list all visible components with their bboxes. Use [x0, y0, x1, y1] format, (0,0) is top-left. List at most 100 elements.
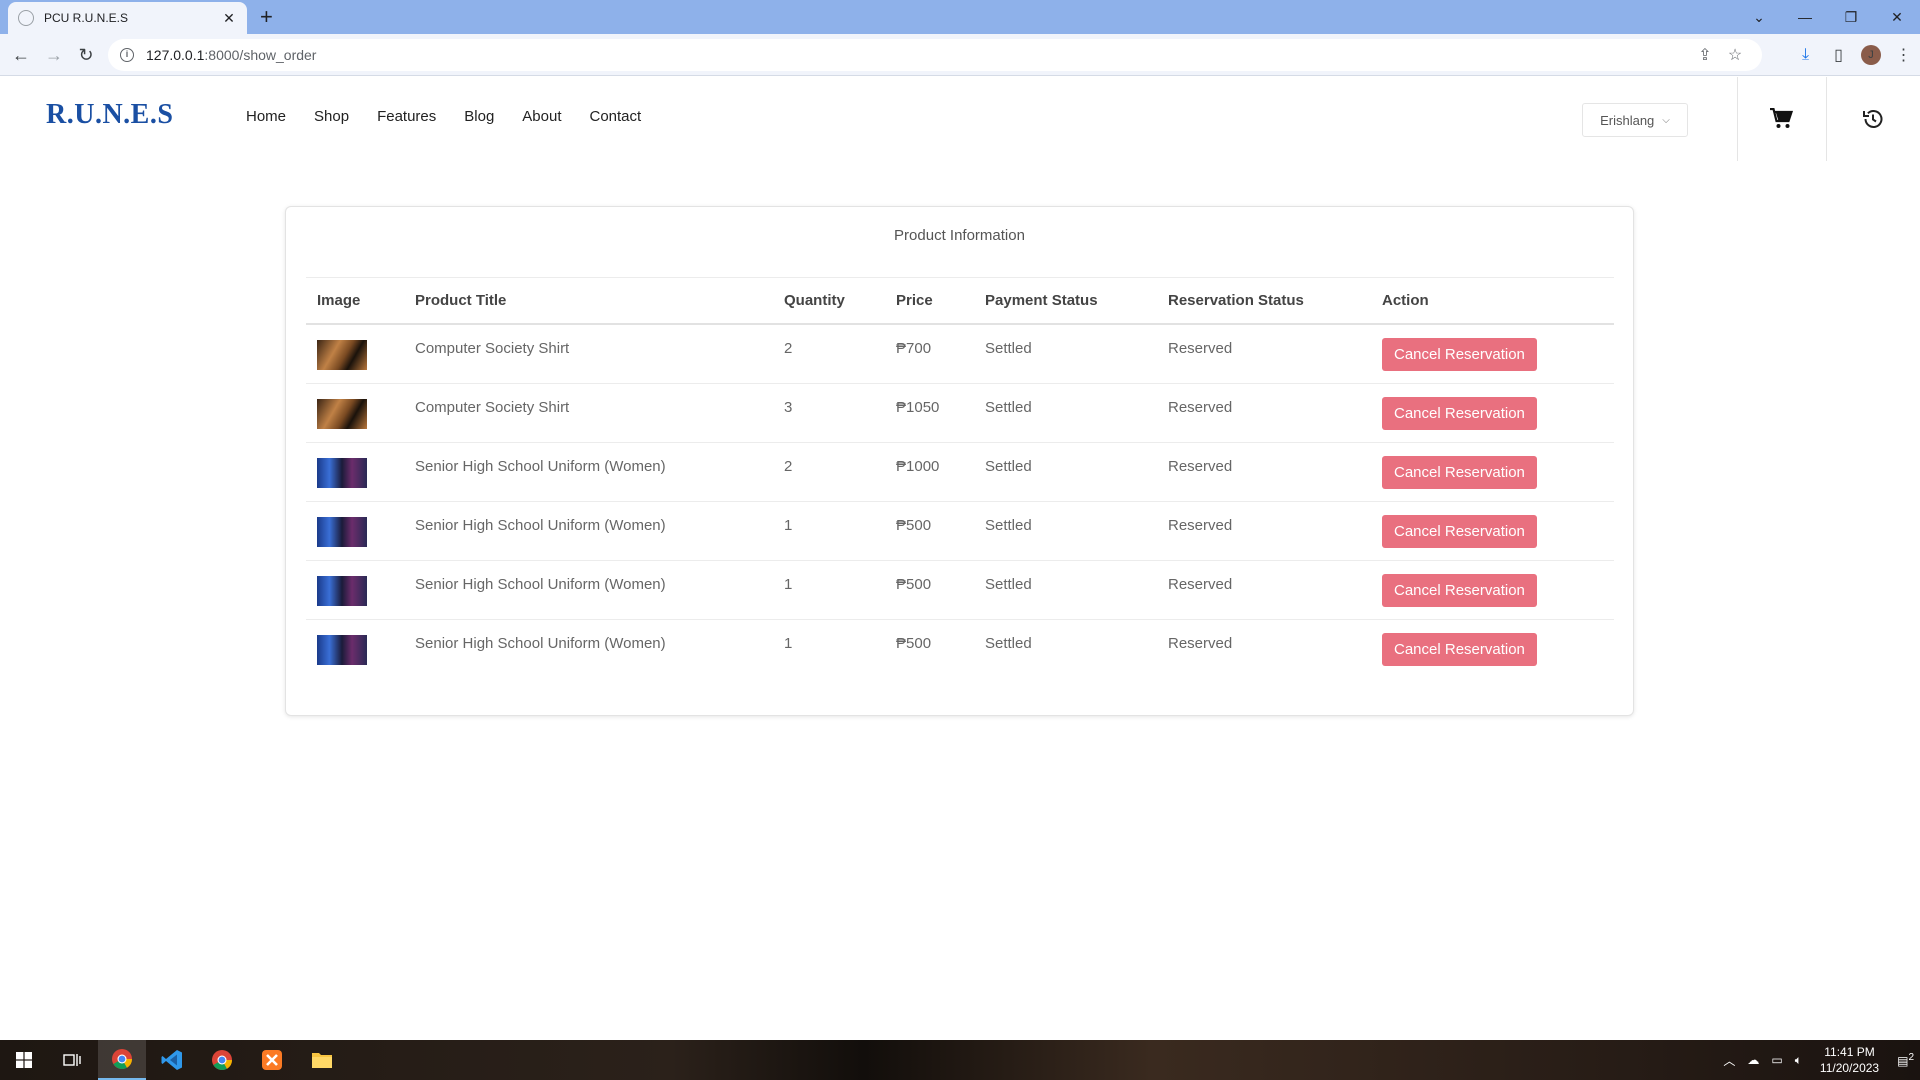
notification-icon[interactable]: ▤2	[1897, 1052, 1914, 1068]
menu-kebab-icon[interactable]: ⋮	[1887, 45, 1920, 65]
tab-title: PCU R.U.N.E.S	[44, 11, 129, 25]
column-header-action: Action	[1371, 278, 1614, 325]
minimize-icon[interactable]: —	[1782, 9, 1828, 25]
start-button[interactable]	[0, 1040, 48, 1080]
cloud-icon[interactable]: ☁	[1747, 1053, 1759, 1067]
share-icon[interactable]: ⇪	[1690, 45, 1720, 65]
task-view-icon	[63, 1054, 81, 1066]
price-cell: ₱500	[885, 560, 974, 620]
address-bar[interactable]: i 127.0.0.1:8000/show_order ⇪ ☆	[108, 39, 1762, 71]
volume-icon[interactable]: 🔈︎	[1795, 1053, 1802, 1068]
orders-table: Image Product Title Quantity Price Payme…	[306, 278, 1614, 678]
nav-home[interactable]: Home	[246, 108, 286, 125]
user-dropdown[interactable]: Erishlang ⌵	[1582, 103, 1688, 137]
network-icon[interactable]: ▭	[1771, 1053, 1782, 1067]
image-cell	[306, 619, 404, 678]
bookmark-star-icon[interactable]: ☆	[1720, 45, 1750, 65]
cancel-reservation-button[interactable]: Cancel Reservation	[1382, 632, 1537, 666]
site-info-icon[interactable]: i	[120, 48, 134, 62]
windows-taskbar: ︿ ☁ ▭ 🔈︎ 11:41 PM 11/20/2023 ▤2	[0, 1040, 1920, 1080]
clock[interactable]: 11:41 PM 11/20/2023	[1820, 1044, 1879, 1076]
action-cell: Cancel Reservation	[1371, 383, 1614, 443]
nav-shop[interactable]: Shop	[314, 108, 349, 125]
profile-avatar[interactable]: J	[1861, 45, 1881, 65]
payment-status-cell: Settled	[974, 560, 1157, 620]
payment-status-cell: Settled	[974, 324, 1157, 384]
task-view-button[interactable]	[48, 1040, 96, 1080]
taskbar-xampp[interactable]	[248, 1040, 296, 1080]
chevron-down-icon: ⌵	[1662, 114, 1670, 126]
payment-status-cell: Settled	[974, 383, 1157, 443]
payment-status-cell: Settled	[974, 501, 1157, 561]
product-title-cell: Senior High School Uniform (Women)	[404, 560, 773, 620]
action-cell: Cancel Reservation	[1371, 442, 1614, 502]
quantity-cell: 3	[773, 383, 885, 443]
site-logo[interactable]: R.U.N.E.S	[46, 99, 173, 131]
close-window-icon[interactable]: ✕	[1874, 9, 1920, 26]
reload-icon[interactable]: ↻	[73, 42, 99, 68]
reservation-status-cell: Reserved	[1157, 560, 1371, 620]
image-cell	[306, 383, 404, 443]
product-title-cell: Senior High School Uniform (Women)	[404, 501, 773, 561]
taskbar-file-explorer[interactable]	[298, 1040, 346, 1080]
url-text[interactable]: 127.0.0.1:8000/show_order	[146, 47, 1690, 63]
column-header-product-title: Product Title	[404, 278, 773, 325]
cancel-reservation-button[interactable]: Cancel Reservation	[1382, 396, 1537, 430]
cancel-reservation-button[interactable]: Cancel Reservation	[1382, 573, 1537, 607]
product-thumbnail	[317, 516, 367, 547]
nav-about[interactable]: About	[522, 108, 561, 125]
reservation-status-cell: Reserved	[1157, 501, 1371, 561]
payment-status-cell: Settled	[974, 442, 1157, 502]
main-nav: Home Shop Features Blog About Contact	[246, 108, 669, 125]
reservation-status-cell: Reserved	[1168, 634, 1233, 652]
reservation-status-cell: Reserved	[1157, 324, 1371, 384]
taskbar-chrome-active[interactable]	[98, 1040, 146, 1080]
taskbar-chrome[interactable]	[198, 1040, 246, 1080]
action-cell: Cancel Reservation	[1371, 619, 1614, 678]
card-title: Product Information	[894, 227, 1025, 244]
cart-icon	[1770, 108, 1793, 128]
table-row: Computer Society Shirt 2 ₱700 Settled Re…	[306, 324, 1614, 384]
table-row: Senior High School Uniform (Women) 1 ₱50…	[306, 619, 1614, 678]
taskbar-vscode[interactable]	[148, 1040, 196, 1080]
side-panel-icon[interactable]: ▯	[1822, 45, 1855, 65]
action-cell: Cancel Reservation	[1371, 560, 1614, 620]
nav-blog[interactable]: Blog	[464, 108, 494, 125]
nav-contact[interactable]: Contact	[590, 108, 642, 125]
price-cell: ₱1000	[885, 442, 974, 502]
cancel-reservation-button[interactable]: Cancel Reservation	[1382, 514, 1537, 548]
forward-arrow-icon[interactable]: →	[41, 42, 67, 68]
site-header: R.U.N.E.S Home Shop Features Blog About …	[0, 77, 1920, 161]
download-icon[interactable]: ⤓	[1789, 46, 1822, 64]
product-thumbnail	[317, 340, 367, 370]
tab-search-icon[interactable]: ⌄	[1736, 9, 1782, 26]
product-title-cell: Computer Society Shirt	[404, 324, 773, 384]
product-information-card: Product Information Image Product Title …	[285, 206, 1634, 716]
order-history-button[interactable]	[1826, 77, 1920, 161]
back-arrow-icon[interactable]: ←	[8, 42, 34, 68]
close-tab-icon[interactable]: ✕	[221, 10, 237, 27]
product-title-cell: Senior High School Uniform (Women)	[415, 634, 666, 652]
product-thumbnail	[317, 575, 367, 606]
browser-tab-strip: PCU R.U.N.E.S ✕ + ⌄ — ❐ ✕	[0, 0, 1920, 34]
image-cell	[306, 501, 404, 561]
browser-tab[interactable]: PCU R.U.N.E.S ✕	[8, 2, 247, 34]
cancel-reservation-button[interactable]: Cancel Reservation	[1382, 338, 1537, 371]
product-thumbnail	[317, 457, 367, 488]
image-cell	[306, 560, 404, 620]
window-controls: ⌄ — ❐ ✕	[1736, 0, 1920, 34]
cancel-reservation-button[interactable]: Cancel Reservation	[1382, 455, 1537, 489]
action-cell: Cancel Reservation	[1371, 324, 1614, 384]
price-cell: ₱1050	[885, 383, 974, 443]
new-tab-icon[interactable]: +	[260, 4, 273, 30]
history-icon	[1863, 110, 1883, 128]
nav-features[interactable]: Features	[377, 108, 436, 125]
clock-time: 11:41 PM	[1824, 1045, 1875, 1059]
product-title-cell: Computer Society Shirt	[404, 383, 773, 443]
cart-button[interactable]	[1737, 77, 1825, 161]
restore-icon[interactable]: ❐	[1828, 9, 1874, 26]
image-cell	[306, 442, 404, 502]
column-header-reservation-status: Reservation Status	[1157, 278, 1371, 325]
chrome-icon	[112, 1049, 133, 1070]
chevron-up-icon[interactable]: ︿	[1723, 1052, 1735, 1069]
